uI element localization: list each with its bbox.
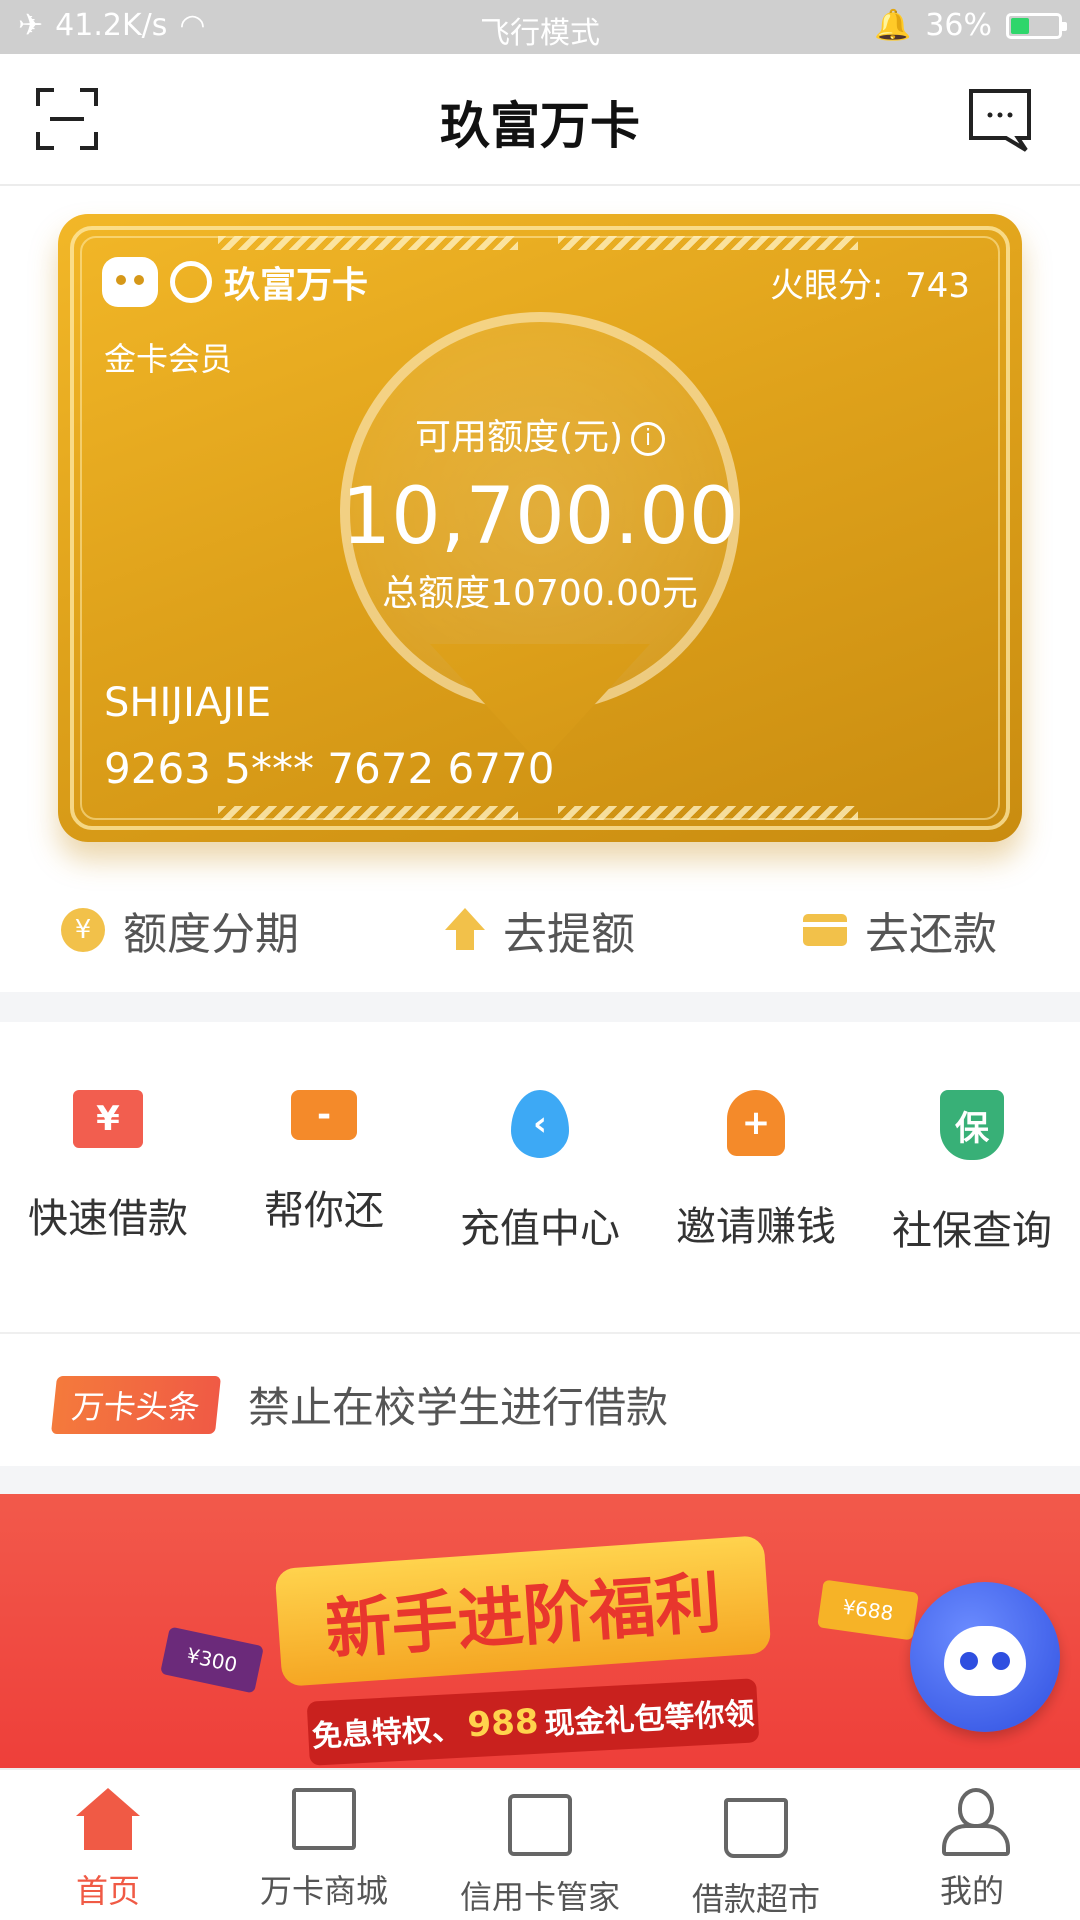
service-invite[interactable]: + 邀请赚钱 xyxy=(648,1090,864,1256)
tab-mine[interactable]: 我的 xyxy=(864,1770,1080,1920)
total-credit: 总额度10700.00元 xyxy=(382,573,698,614)
bottom-tab-bar: 首页 万卡商城 信用卡管家 借款超市 我的 xyxy=(0,1768,1080,1920)
yen-note-icon: ¥ xyxy=(73,1090,143,1148)
service-help-repay[interactable]: - 帮你还 xyxy=(216,1090,432,1256)
member-level: 金卡会员 xyxy=(104,340,233,378)
banner-subtitle: 免息特权、 988 现金礼包等你领 xyxy=(306,1678,760,1766)
coupon-left: ¥300 xyxy=(160,1626,264,1694)
tab-home[interactable]: 首页 xyxy=(0,1770,216,1920)
tab-credit-card[interactable]: 信用卡管家 xyxy=(432,1770,648,1920)
service-recharge[interactable]: ‹ 充值中心 xyxy=(432,1090,648,1256)
alarm-icon: 🔔 xyxy=(873,8,912,43)
wallet-icon xyxy=(508,1794,572,1856)
robot-logo-icon xyxy=(102,257,158,307)
home-icon xyxy=(76,1788,140,1850)
credit-score: 火眼分: 743 xyxy=(770,266,970,306)
card-holder: SHIJIAJIE xyxy=(104,680,272,726)
invite-user-icon: + xyxy=(727,1090,785,1156)
message-icon[interactable] xyxy=(968,88,1032,152)
battery-percent: 36% xyxy=(925,8,992,43)
battery-icon xyxy=(1006,12,1067,39)
basket-icon xyxy=(724,1798,788,1858)
up-arrow-icon xyxy=(445,908,485,952)
robot-face-icon xyxy=(944,1626,1026,1696)
card-hand-icon: - xyxy=(291,1090,357,1140)
card-number: 9263 5*** 7672 6770 xyxy=(104,744,555,793)
service-social-security[interactable]: 保 社保查询 xyxy=(864,1090,1080,1256)
status-bar: ✈ 41.2K/s ◠ 飞行模式 🔔 36% xyxy=(0,0,1080,54)
news-badge: 万卡头条 xyxy=(50,1375,222,1434)
user-icon xyxy=(940,1788,1010,1856)
card-logo: 玖富万卡 xyxy=(102,256,368,308)
tab-mall[interactable]: 万卡商城 xyxy=(216,1770,432,1920)
banner-title: 新手进阶福利 xyxy=(274,1535,772,1687)
member-card[interactable]: 玖富万卡 火眼分: 743 金卡会员 可用额度(元) i 10,700.00 总额… xyxy=(58,214,1022,842)
card-brand: 玖富万卡 xyxy=(224,265,369,306)
water-drop-icon: ‹ xyxy=(511,1090,569,1158)
quick-actions: ¥ 额度分期 去提额 去还款 xyxy=(0,880,1080,980)
shield-icon: 保 xyxy=(940,1090,1004,1160)
card-icon xyxy=(803,914,847,946)
services-grid: ¥ 快速借款 - 帮你还 ‹ 充值中心 + 邀请赚钱 保 社保查询 xyxy=(0,1090,1080,1256)
assistant-robot-button[interactable] xyxy=(910,1582,1060,1732)
shopping-bag-icon xyxy=(292,1788,356,1850)
raise-limit-button[interactable]: 去提额 xyxy=(360,880,720,980)
tab-loan-market[interactable]: 借款超市 xyxy=(648,1770,864,1920)
divider xyxy=(0,1332,1080,1334)
installment-button[interactable]: ¥ 额度分期 xyxy=(0,880,360,980)
service-quick-loan[interactable]: ¥ 快速借款 xyxy=(0,1090,216,1256)
brand-mark-icon xyxy=(170,261,212,303)
available-credit-label: 可用额度(元) i xyxy=(58,408,1022,460)
yen-circle-icon: ¥ xyxy=(61,908,105,952)
section-divider xyxy=(0,992,1080,1022)
news-text: 禁止在校学生进行借款 xyxy=(248,1383,669,1432)
coupon-right: ¥688 xyxy=(817,1579,919,1641)
info-icon[interactable]: i xyxy=(631,422,666,456)
app-header: 玖富万卡 xyxy=(0,54,1080,186)
app-screen: ✈ 41.2K/s ◠ 飞行模式 🔔 36% 玖富万卡 玖富万卡 火眼分: 74… xyxy=(0,0,1080,1920)
news-ticker[interactable]: 万卡头条 禁止在校学生进行借款 xyxy=(50,1374,669,1435)
available-credit-value: 10,700.00 xyxy=(341,472,739,562)
section-divider xyxy=(0,1466,1080,1494)
page-title: 玖富万卡 xyxy=(440,97,640,155)
repay-button[interactable]: 去还款 xyxy=(720,880,1080,980)
